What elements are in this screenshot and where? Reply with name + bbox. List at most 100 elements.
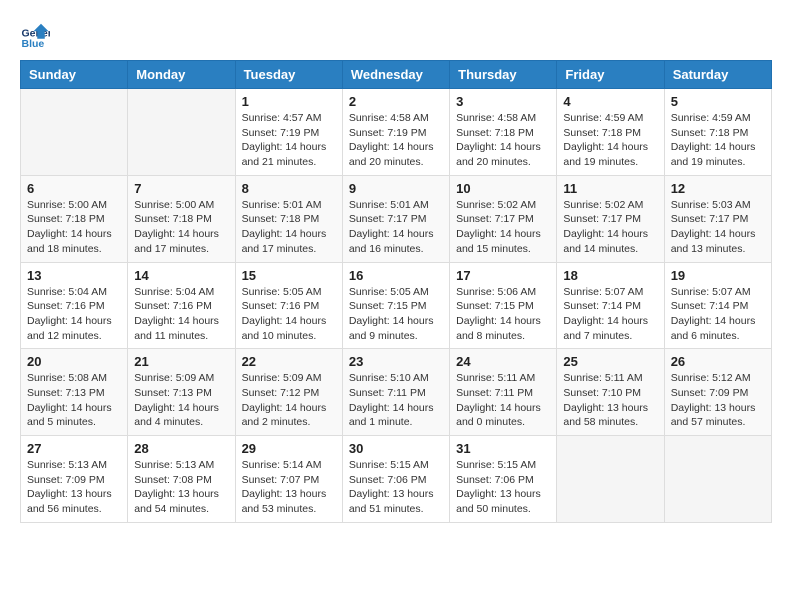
- day-info: Sunrise: 5:01 AM Sunset: 7:18 PM Dayligh…: [242, 198, 336, 257]
- day-info: Sunrise: 4:57 AM Sunset: 7:19 PM Dayligh…: [242, 111, 336, 170]
- calendar-cell: 2 Sunrise: 4:58 AM Sunset: 7:19 PM Daylig…: [342, 89, 449, 176]
- day-info: Sunrise: 5:15 AM Sunset: 7:06 PM Dayligh…: [456, 458, 550, 517]
- day-info: Sunrise: 5:00 AM Sunset: 7:18 PM Dayligh…: [134, 198, 228, 257]
- calendar-cell: 25Sunrise: 5:11 AM Sunset: 7:10 PM Dayli…: [557, 349, 664, 436]
- calendar-cell: 3 Sunrise: 4:58 AM Sunset: 7:18 PM Daylig…: [450, 89, 557, 176]
- day-info: Sunrise: 5:14 AM Sunset: 7:07 PM Dayligh…: [242, 458, 336, 517]
- calendar-week-5: 27 Sunrise: 5:13 AM Sunset: 7:09 PM Dayli…: [21, 436, 772, 523]
- weekday-header-thursday: Thursday: [450, 61, 557, 89]
- day-info: Sunrise: 5:09 AM Sunset: 7:12 PM Dayligh…: [242, 371, 336, 430]
- calendar-cell: 19 Sunrise: 5:07 AM Sunset: 7:14 PM Dayli…: [664, 262, 771, 349]
- day-number: 10: [456, 181, 550, 196]
- day-info: Sunrise: 5:04 AM Sunset: 7:16 PM Dayligh…: [27, 285, 121, 344]
- calendar-cell: 8 Sunrise: 5:01 AM Sunset: 7:18 PM Daylig…: [235, 175, 342, 262]
- day-number: 6: [27, 181, 121, 196]
- day-info: Sunrise: 5:12 AM Sunset: 7:09 PM Dayligh…: [671, 371, 765, 430]
- page-header: General Blue: [20, 20, 772, 50]
- calendar-cell: 23 Sunrise: 5:10 AM Sunset: 7:11 PM Dayli…: [342, 349, 449, 436]
- day-info: Sunrise: 5:09 AM Sunset: 7:13 PM Dayligh…: [134, 371, 228, 430]
- day-info: Sunrise: 5:13 AM Sunset: 7:08 PM Dayligh…: [134, 458, 228, 517]
- day-info: Sunrise: 5:10 AM Sunset: 7:11 PM Dayligh…: [349, 371, 443, 430]
- day-number: 20: [27, 354, 121, 369]
- calendar-cell: 22 Sunrise: 5:09 AM Sunset: 7:12 PM Dayli…: [235, 349, 342, 436]
- day-info: Sunrise: 4:59 AM Sunset: 7:18 PM Dayligh…: [563, 111, 657, 170]
- day-number: 8: [242, 181, 336, 196]
- day-number: 18: [563, 268, 657, 283]
- calendar-cell: 26 Sunrise: 5:12 AM Sunset: 7:09 PM Dayli…: [664, 349, 771, 436]
- calendar-cell: 15 Sunrise: 5:05 AM Sunset: 7:16 PM Dayli…: [235, 262, 342, 349]
- calendar-cell: 4 Sunrise: 4:59 AM Sunset: 7:18 PM Daylig…: [557, 89, 664, 176]
- day-number: 16: [349, 268, 443, 283]
- day-number: 1: [242, 94, 336, 109]
- calendar-week-2: 6 Sunrise: 5:00 AM Sunset: 7:18 PM Daylig…: [21, 175, 772, 262]
- calendar-cell: 13Sunrise: 5:04 AM Sunset: 7:16 PM Dayli…: [21, 262, 128, 349]
- day-number: 19: [671, 268, 765, 283]
- calendar-cell: 31 Sunrise: 5:15 AM Sunset: 7:06 PM Dayli…: [450, 436, 557, 523]
- calendar-cell: 28Sunrise: 5:13 AM Sunset: 7:08 PM Dayli…: [128, 436, 235, 523]
- day-info: Sunrise: 5:05 AM Sunset: 7:16 PM Dayligh…: [242, 285, 336, 344]
- day-number: 24: [456, 354, 550, 369]
- day-number: 31: [456, 441, 550, 456]
- day-number: 15: [242, 268, 336, 283]
- day-number: 27: [27, 441, 121, 456]
- day-number: 30: [349, 441, 443, 456]
- day-info: Sunrise: 5:02 AM Sunset: 7:17 PM Dayligh…: [456, 198, 550, 257]
- calendar-cell: [21, 89, 128, 176]
- calendar-week-3: 13Sunrise: 5:04 AM Sunset: 7:16 PM Dayli…: [21, 262, 772, 349]
- day-number: 22: [242, 354, 336, 369]
- svg-text:Blue: Blue: [22, 38, 45, 50]
- day-info: Sunrise: 4:59 AM Sunset: 7:18 PM Dayligh…: [671, 111, 765, 170]
- day-info: Sunrise: 5:07 AM Sunset: 7:14 PM Dayligh…: [671, 285, 765, 344]
- day-number: 21: [134, 354, 228, 369]
- day-info: Sunrise: 5:06 AM Sunset: 7:15 PM Dayligh…: [456, 285, 550, 344]
- calendar-cell: 1 Sunrise: 4:57 AM Sunset: 7:19 PM Daylig…: [235, 89, 342, 176]
- calendar-cell: 5 Sunrise: 4:59 AM Sunset: 7:18 PM Daylig…: [664, 89, 771, 176]
- calendar-cell: 17 Sunrise: 5:06 AM Sunset: 7:15 PM Dayli…: [450, 262, 557, 349]
- calendar-cell: 27 Sunrise: 5:13 AM Sunset: 7:09 PM Dayli…: [21, 436, 128, 523]
- day-info: Sunrise: 5:15 AM Sunset: 7:06 PM Dayligh…: [349, 458, 443, 517]
- day-number: 2: [349, 94, 443, 109]
- weekday-header-tuesday: Tuesday: [235, 61, 342, 89]
- calendar-cell: [664, 436, 771, 523]
- day-info: Sunrise: 5:11 AM Sunset: 7:11 PM Dayligh…: [456, 371, 550, 430]
- day-number: 23: [349, 354, 443, 369]
- calendar-cell: 30 Sunrise: 5:15 AM Sunset: 7:06 PM Dayli…: [342, 436, 449, 523]
- day-info: Sunrise: 5:13 AM Sunset: 7:09 PM Dayligh…: [27, 458, 121, 517]
- day-number: 29: [242, 441, 336, 456]
- weekday-header-friday: Friday: [557, 61, 664, 89]
- weekday-header-saturday: Saturday: [664, 61, 771, 89]
- day-info: Sunrise: 4:58 AM Sunset: 7:18 PM Dayligh…: [456, 111, 550, 170]
- calendar-cell: 24 Sunrise: 5:11 AM Sunset: 7:11 PM Dayli…: [450, 349, 557, 436]
- weekday-header-monday: Monday: [128, 61, 235, 89]
- day-number: 5: [671, 94, 765, 109]
- calendar-cell: 16Sunrise: 5:05 AM Sunset: 7:15 PM Dayli…: [342, 262, 449, 349]
- calendar-cell: 7 Sunrise: 5:00 AM Sunset: 7:18 PM Daylig…: [128, 175, 235, 262]
- day-number: 26: [671, 354, 765, 369]
- calendar-week-1: 1 Sunrise: 4:57 AM Sunset: 7:19 PM Daylig…: [21, 89, 772, 176]
- calendar-cell: 18 Sunrise: 5:07 AM Sunset: 7:14 PM Dayli…: [557, 262, 664, 349]
- calendar-cell: 12 Sunrise: 5:03 AM Sunset: 7:17 PM Dayli…: [664, 175, 771, 262]
- day-number: 11: [563, 181, 657, 196]
- day-info: Sunrise: 5:01 AM Sunset: 7:17 PM Dayligh…: [349, 198, 443, 257]
- logo-icon: General Blue: [20, 20, 50, 50]
- calendar-cell: [128, 89, 235, 176]
- day-number: 12: [671, 181, 765, 196]
- day-number: 3: [456, 94, 550, 109]
- day-info: Sunrise: 4:58 AM Sunset: 7:19 PM Dayligh…: [349, 111, 443, 170]
- logo: General Blue: [20, 20, 54, 50]
- day-info: Sunrise: 5:04 AM Sunset: 7:16 PM Dayligh…: [134, 285, 228, 344]
- day-number: 4: [563, 94, 657, 109]
- day-number: 7: [134, 181, 228, 196]
- calendar-cell: [557, 436, 664, 523]
- weekday-header-wednesday: Wednesday: [342, 61, 449, 89]
- calendar-cell: 11 Sunrise: 5:02 AM Sunset: 7:17 PM Dayli…: [557, 175, 664, 262]
- day-info: Sunrise: 5:07 AM Sunset: 7:14 PM Dayligh…: [563, 285, 657, 344]
- day-info: Sunrise: 5:02 AM Sunset: 7:17 PM Dayligh…: [563, 198, 657, 257]
- calendar-cell: 9Sunrise: 5:01 AM Sunset: 7:17 PM Daylig…: [342, 175, 449, 262]
- day-number: 25: [563, 354, 657, 369]
- day-number: 17: [456, 268, 550, 283]
- calendar-cell: 10 Sunrise: 5:02 AM Sunset: 7:17 PM Dayli…: [450, 175, 557, 262]
- day-info: Sunrise: 5:03 AM Sunset: 7:17 PM Dayligh…: [671, 198, 765, 257]
- weekday-header-sunday: Sunday: [21, 61, 128, 89]
- day-info: Sunrise: 5:00 AM Sunset: 7:18 PM Dayligh…: [27, 198, 121, 257]
